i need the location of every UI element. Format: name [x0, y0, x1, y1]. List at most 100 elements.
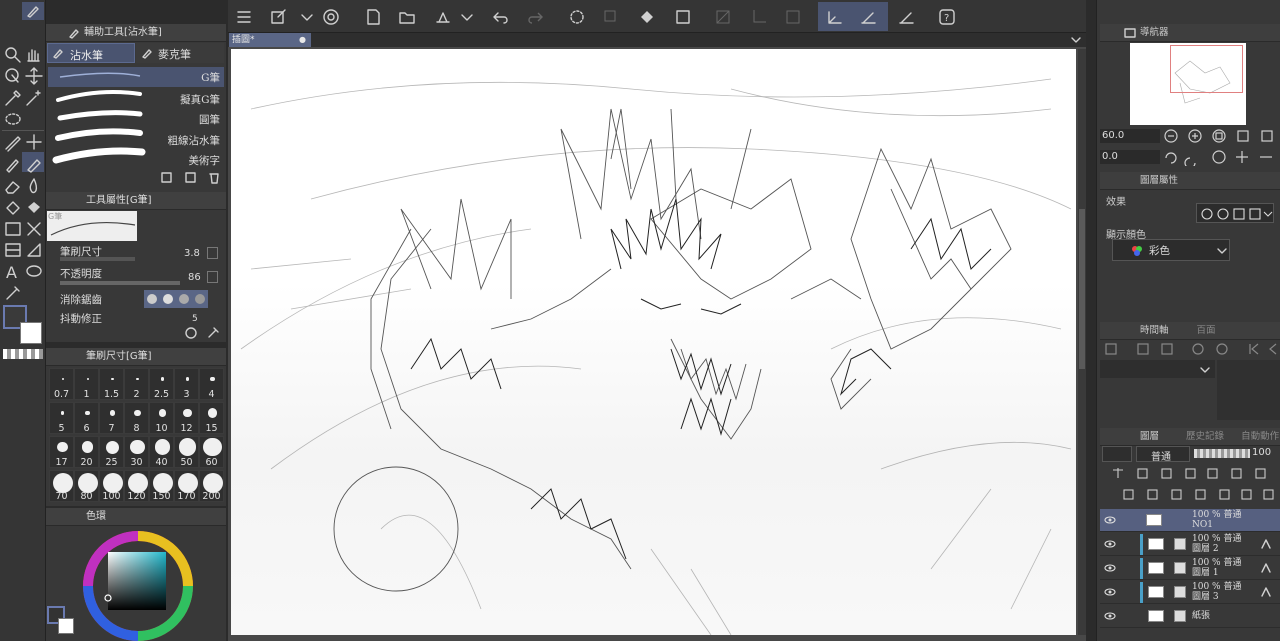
help-icon[interactable]: ?	[938, 8, 956, 26]
brush-size-cell[interactable]: 2.5	[149, 368, 174, 400]
antialias-row[interactable]: 消除鋸齒	[52, 290, 222, 310]
fill-icon[interactable]	[3, 198, 23, 218]
eye-icon[interactable]	[1104, 611, 1116, 621]
brush-size-cell[interactable]: 70	[49, 470, 74, 502]
navigator-buttons[interactable]	[1162, 128, 1276, 166]
layer-link-icon[interactable]	[1260, 538, 1272, 550]
brush-size-cell[interactable]: 40	[149, 436, 174, 468]
redo-icon[interactable]	[526, 8, 544, 26]
eye-icon[interactable]	[1104, 587, 1116, 597]
fill-bucket-icon[interactable]	[638, 8, 656, 26]
correct-line-icon[interactable]	[3, 283, 23, 303]
balloon-icon[interactable]	[24, 262, 44, 282]
text-icon[interactable]: A	[3, 262, 23, 282]
transform-icon[interactable]	[674, 8, 692, 26]
vertical-scrollbar[interactable]	[1078, 49, 1086, 635]
blend-mode-select[interactable]: 普通	[1136, 446, 1190, 463]
effect-buttons[interactable]	[1196, 203, 1274, 223]
navigator-viewport-frame[interactable]	[1170, 45, 1243, 93]
brush-size-cell[interactable]: 15	[199, 402, 224, 434]
stroke-option-3-icon[interactable]	[898, 8, 916, 26]
layer-row[interactable]: 100 % 普通 圖層 1	[1100, 557, 1280, 580]
loading-icon[interactable]	[568, 8, 586, 26]
brush-size-cell[interactable]: 2	[124, 368, 149, 400]
stroke-option-1-icon[interactable]	[826, 8, 844, 26]
selection-frame-icon[interactable]	[784, 8, 802, 26]
save-cloud-icon[interactable]	[434, 8, 452, 26]
brush-size-cell[interactable]: 0.7	[49, 368, 74, 400]
brush-size-cell[interactable]: 5	[49, 402, 74, 434]
undo-icon[interactable]	[492, 8, 510, 26]
zoom-field[interactable]: 60.0	[1100, 129, 1160, 143]
spiral-icon[interactable]	[322, 8, 340, 26]
subtool-footer-icons[interactable]	[160, 171, 224, 185]
chevron-down-icon[interactable]	[458, 8, 476, 26]
pencil-icon[interactable]	[3, 132, 23, 152]
magic-wand-icon[interactable]	[24, 88, 44, 108]
blend-icon[interactable]	[24, 176, 44, 196]
brush-size-cell[interactable]: 3	[174, 368, 199, 400]
stroke-option-2-icon[interactable]	[860, 8, 878, 26]
color-wheel[interactable]	[80, 528, 196, 641]
bucket-icon[interactable]	[24, 198, 44, 218]
brush-size-cell[interactable]: 30	[124, 436, 149, 468]
layer-row[interactable]: 100 % 普通 圖層 3	[1100, 581, 1280, 604]
brush-size-cell[interactable]: 25	[99, 436, 124, 468]
brush-size-cell[interactable]: 1.5	[99, 368, 124, 400]
display-color-select[interactable]: 彩色	[1112, 239, 1230, 261]
timeline-select[interactable]	[1100, 360, 1215, 378]
layer-link-icon[interactable]	[1260, 586, 1272, 598]
eraser-icon[interactable]	[3, 176, 23, 196]
brush-size-cell[interactable]: 4	[199, 368, 224, 400]
eyedropper-icon[interactable]	[3, 88, 23, 108]
brush-size-cell[interactable]: 100	[99, 470, 124, 502]
eye-icon[interactable]	[1104, 515, 1116, 525]
brush-size-cell[interactable]: 170	[174, 470, 199, 502]
opacity-row[interactable]: 不透明度 86	[52, 266, 218, 288]
hand-icon[interactable]	[24, 45, 44, 65]
move-icon[interactable]	[24, 66, 44, 86]
antialias-level-icons[interactable]	[144, 291, 208, 307]
sparkle-icon[interactable]	[24, 132, 44, 152]
lasso-icon[interactable]	[3, 110, 23, 130]
brush-size-cell[interactable]: 1	[74, 368, 99, 400]
brush-size-cell[interactable]: 50	[174, 436, 199, 468]
brush-size-cell[interactable]: 150	[149, 470, 174, 502]
rotate-field[interactable]: 0.0	[1100, 150, 1160, 164]
layer-row[interactable]: 100 % 普通 NO1	[1100, 509, 1280, 532]
brush-size-cell[interactable]: 6	[74, 402, 99, 434]
transparent-color-swatch[interactable]	[3, 349, 43, 359]
layer-row[interactable]: 紙張	[1100, 605, 1280, 628]
crop-icon[interactable]	[750, 8, 768, 26]
frame-icon[interactable]	[3, 240, 23, 260]
copy-layer-icon[interactable]	[602, 8, 620, 26]
navigator-preview[interactable]	[1130, 43, 1246, 125]
brush-size-cell[interactable]: 10	[149, 402, 174, 434]
brush-size-cell[interactable]: 60	[199, 436, 224, 468]
layer-opacity-slider[interactable]	[1194, 449, 1250, 458]
brush-size-cell[interactable]: 80	[74, 470, 99, 502]
figure-icon[interactable]	[24, 219, 44, 239]
brush-size-cell[interactable]: 20	[74, 436, 99, 468]
eye-icon[interactable]	[1104, 539, 1116, 549]
brush-size-cell[interactable]: 200	[199, 470, 224, 502]
gradient-icon[interactable]	[3, 219, 23, 239]
pen-icon[interactable]	[26, 4, 40, 18]
brush-size-cell[interactable]: 120	[124, 470, 149, 502]
chevron-down-icon[interactable]	[298, 8, 316, 26]
layer-row[interactable]: 100 % 普通 圖層 2	[1100, 533, 1280, 556]
layer-color-select[interactable]	[1102, 446, 1132, 462]
layer-link-icon[interactable]	[1260, 562, 1272, 574]
fountain-pen-icon[interactable]	[24, 154, 44, 174]
brush-size-grid[interactable]: 0.7 1 1.5 2 2.5 3 4 5 6 7 8 10 12 15 17 20 25 30 40 50 60 70 8…	[46, 368, 226, 504]
drawing-canvas[interactable]	[231, 49, 1076, 635]
ruler-icon[interactable]	[24, 240, 44, 260]
color-panel-sub-swatch[interactable]	[58, 618, 74, 634]
zoom-icon[interactable]	[3, 45, 23, 65]
brush-icon[interactable]	[3, 154, 23, 174]
timeline-toolbar[interactable]	[1100, 340, 1280, 360]
brush-size-cell[interactable]: 12	[174, 402, 199, 434]
close-tab-icon[interactable]: ●	[299, 33, 306, 47]
open-folder-icon[interactable]	[398, 8, 416, 26]
brush-size-row[interactable]: 筆刷尺寸 3.8	[52, 242, 218, 264]
